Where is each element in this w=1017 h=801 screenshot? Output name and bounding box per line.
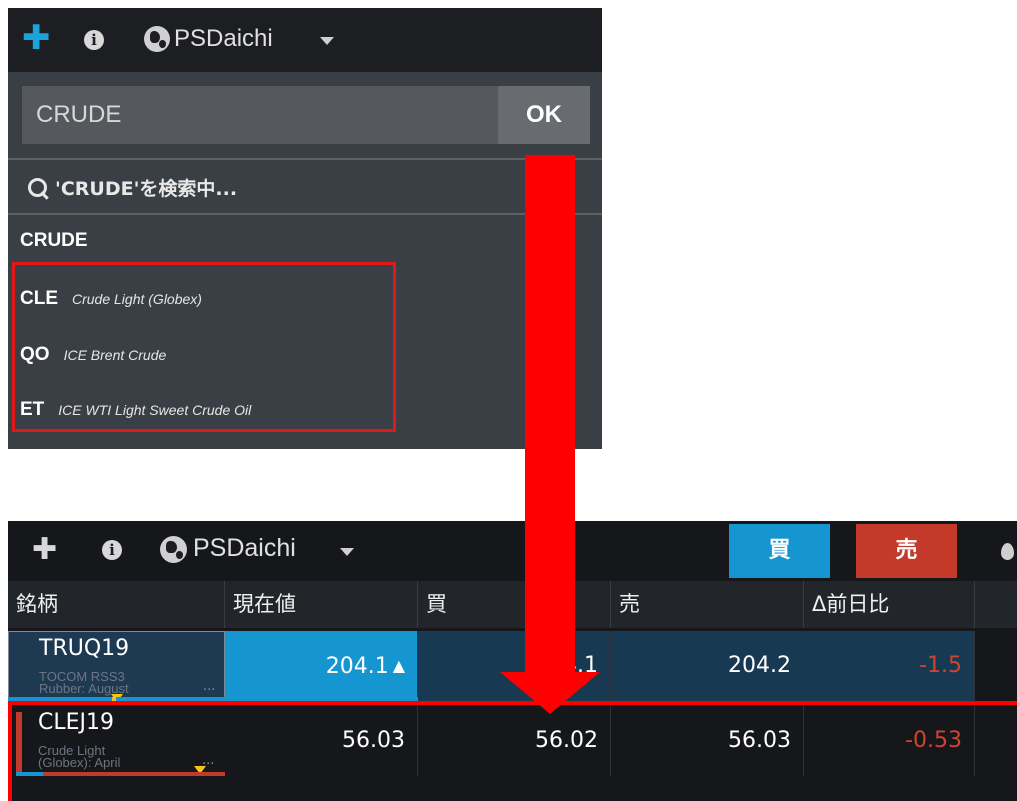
chevron-down-icon[interactable] xyxy=(340,548,354,556)
symbol-search-input[interactable] xyxy=(22,86,498,144)
column-header-last[interactable]: 現在値 xyxy=(225,581,418,628)
searching-text: 'CRUDE'を検索中... xyxy=(55,178,238,200)
annotation-arrow-shaft xyxy=(525,155,575,675)
divider xyxy=(8,213,602,215)
result-group-label: CRUDE xyxy=(20,230,88,251)
info-icon[interactable]: i xyxy=(84,30,104,50)
globe-icon xyxy=(160,536,187,563)
column-header-symbol[interactable]: 銘柄 xyxy=(8,581,225,628)
sell-button[interactable]: 売 xyxy=(856,524,957,578)
symbol-search-panel: ✚ i PSDaichi OK 'CRUDE'を検索中... CRUDE CLE… xyxy=(8,8,602,449)
column-header-ask[interactable]: 売 xyxy=(611,581,804,628)
table-header: 銘柄 現在値 買 売 Δ前日比 xyxy=(8,581,1017,628)
globe-icon xyxy=(144,26,170,52)
change-cell: -1.5 xyxy=(804,631,975,701)
last-price: 204.1 xyxy=(325,654,389,679)
chevron-down-icon[interactable] xyxy=(320,37,334,45)
drop-icon[interactable] xyxy=(1001,543,1014,560)
workspace-name[interactable]: PSDaichi xyxy=(174,25,273,53)
annotation-highlight-box xyxy=(12,262,396,432)
plus-icon[interactable]: ✚ xyxy=(32,532,57,567)
plus-icon[interactable]: ✚ xyxy=(22,18,51,58)
buy-button[interactable]: 買 xyxy=(729,524,830,578)
column-header-change[interactable]: Δ前日比 xyxy=(804,581,975,628)
searching-status: 'CRUDE'を検索中... xyxy=(28,174,237,201)
ok-button[interactable]: OK xyxy=(498,86,590,144)
workspace-name[interactable]: PSDaichi xyxy=(193,534,296,563)
last-price-cell: 204.1 ▲ xyxy=(225,631,418,701)
ask-cell[interactable]: 204.2 xyxy=(611,631,804,701)
up-arrow-icon: ▲ xyxy=(392,656,405,675)
annotation-highlight-box xyxy=(8,701,1017,801)
info-icon[interactable]: i xyxy=(102,540,122,560)
divider xyxy=(8,158,602,160)
panel-toolbar: ✚ i PSDaichi xyxy=(8,8,602,72)
search-icon xyxy=(28,178,47,197)
symbol-cell[interactable]: TRUQ19 TOCOM RSS3 Rubber: August ... xyxy=(8,631,225,702)
column-header-bid[interactable]: 買 xyxy=(418,581,611,628)
ellipsis-icon[interactable]: ... xyxy=(203,679,215,694)
row-symbol: TRUQ19 xyxy=(39,636,130,661)
